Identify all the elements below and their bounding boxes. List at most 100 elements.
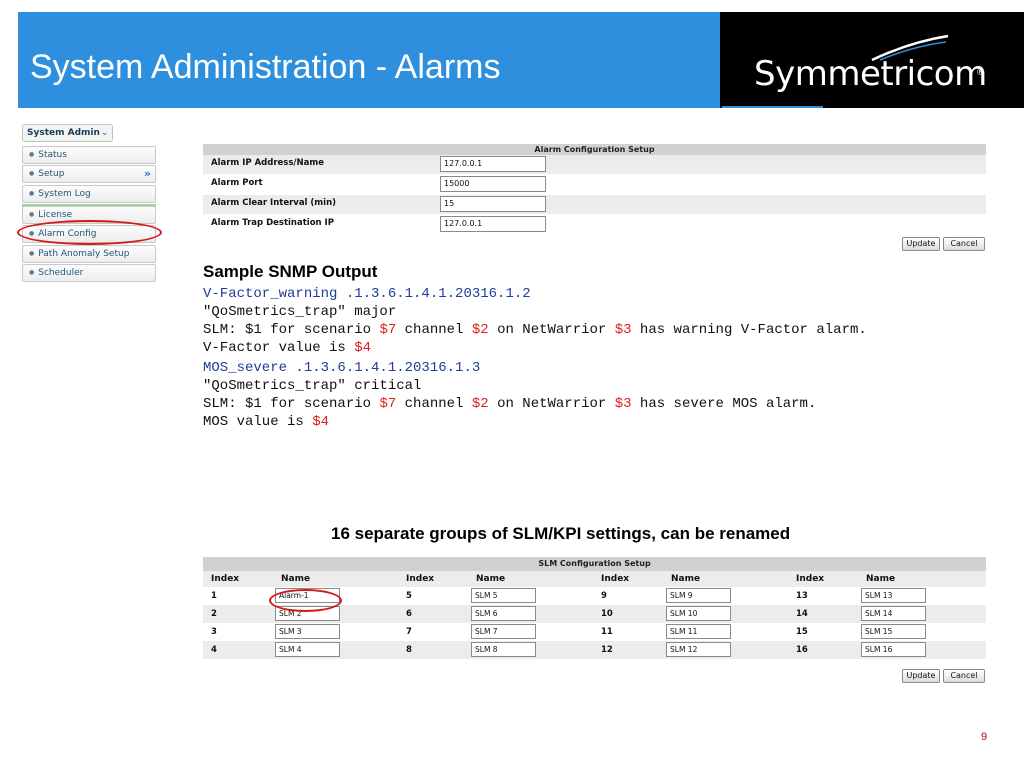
sidebar-item-label: Status (38, 150, 67, 160)
sidebar-item-label: Scheduler (38, 268, 84, 278)
bullet-icon: ● (29, 170, 35, 177)
table-row: 3 SLM 3 7 SLM 7 11 SLM 11 15 SLM 15 (203, 623, 986, 641)
alarm-update-button[interactable]: Update (902, 237, 940, 251)
slm-index: 11 (601, 627, 613, 637)
sidebar-item-status[interactable]: ● Status (22, 146, 156, 164)
snmp-severity-line: "QoSmetrics_trap" major (203, 304, 397, 320)
snmp-var: $4 (312, 414, 330, 430)
snmp-var: $7 (379, 322, 397, 338)
slm-header-row: Index Name Index Name Index Name Index N… (203, 571, 986, 587)
snmp-msg-part: has warning V-Factor alarm. (631, 322, 867, 338)
snmp-msg-part: has severe MOS alarm. (631, 396, 817, 412)
slm-name-input[interactable]: SLM 4 (275, 642, 340, 657)
bullet-icon: ● (29, 211, 35, 218)
bullet-icon: ● (29, 151, 35, 158)
slm-name-input[interactable]: SLM 8 (471, 642, 536, 657)
sidebar-header-system-admin[interactable]: System Admin⌄ (22, 124, 114, 142)
alarm-ip-label: Alarm IP Address/Name (211, 158, 324, 168)
sidebar-item-scheduler[interactable]: ● Scheduler (22, 264, 156, 282)
chevron-down-icon: ⌄ (100, 128, 109, 138)
index-header: Index (211, 574, 240, 584)
sidebar-item-label: Path Anomaly Setup (38, 249, 130, 259)
snmp-var: $7 (379, 396, 397, 412)
alarm-clear-interval-input[interactable]: 15 (440, 196, 546, 212)
slm-index: 7 (406, 627, 412, 637)
table-row: Alarm IP Address/Name 127.0.0.1 (203, 155, 986, 175)
snmp-msg-part: SLM: $1 for scenario (203, 396, 380, 412)
slm-name-input[interactable]: SLM 5 (471, 588, 536, 603)
name-header: Name (281, 574, 311, 584)
slide-header: System Administration - Alarms (18, 12, 720, 108)
slm-index: 14 (796, 609, 808, 619)
alarm-ip-input[interactable]: 127.0.0.1 (440, 156, 546, 172)
slm-name-input[interactable]: SLM 14 (861, 606, 926, 621)
alarm-cancel-button[interactable]: Cancel (943, 237, 985, 251)
slm-index: 1 (211, 591, 217, 601)
sidebar-item-system-log[interactable]: ● System Log (22, 185, 156, 203)
slm-index: 16 (796, 645, 808, 655)
slm-name-input[interactable]: SLM 3 (275, 624, 340, 639)
alarm-configuration-table: Alarm Configuration Setup Alarm IP Addre… (203, 144, 986, 235)
alarm-config-title: Alarm Configuration Setup (203, 144, 986, 155)
highlight-oval-alarm-config (17, 220, 162, 245)
highlight-oval-alarm-1 (269, 589, 342, 612)
snmp-var: $2 (471, 396, 489, 412)
slm-name-input[interactable]: SLM 11 (666, 624, 731, 639)
slm-index: 4 (211, 645, 217, 655)
slm-name-input[interactable]: SLM 13 (861, 588, 926, 603)
snmp-severity-line: "QoSmetrics_trap" critical (203, 378, 422, 394)
sidebar-item-label: System Log (38, 189, 91, 199)
snmp-block-vfactor: V-Factor_warning .1.3.6.1.4.1.20316.1.2 … (203, 285, 867, 357)
table-row: Alarm Port 15000 (203, 175, 986, 195)
snmp-value-line: MOS value is (203, 414, 313, 430)
sidebar-item-setup[interactable]: ● Setup » (22, 165, 156, 183)
table-row: Alarm Clear Interval (min) 15 (203, 195, 986, 215)
index-header: Index (796, 574, 825, 584)
slm-name-input[interactable]: SLM 12 (666, 642, 731, 657)
symmetricom-logo: Symmetricom ® (720, 12, 1024, 108)
slm-name-input[interactable]: SLM 6 (471, 606, 536, 621)
snmp-var: $4 (354, 340, 372, 356)
logo-registered-mark: ® (976, 68, 985, 78)
index-header: Index (406, 574, 435, 584)
table-row: Alarm Trap Destination IP 127.0.0.1 (203, 215, 986, 235)
snmp-var: $3 (614, 396, 632, 412)
slm-index: 10 (601, 609, 613, 619)
alarm-port-input[interactable]: 15000 (440, 176, 546, 192)
alarm-trap-destination-label: Alarm Trap Destination IP (211, 218, 334, 228)
slm-index: 9 (601, 591, 607, 601)
slm-update-button[interactable]: Update (902, 669, 940, 683)
slm-name-input[interactable]: SLM 10 (666, 606, 731, 621)
slm-index: 13 (796, 591, 808, 601)
alarm-trap-destination-input[interactable]: 127.0.0.1 (440, 216, 546, 232)
header-accent-line (722, 106, 823, 108)
snmp-msg-part: channel (396, 322, 472, 338)
slm-index: 15 (796, 627, 808, 637)
snmp-msg-part: on NetWarrior (488, 396, 615, 412)
slm-index: 3 (211, 627, 217, 637)
snmp-heading: Sample SNMP Output (203, 262, 378, 281)
snmp-trap-line: MOS_severe .1.3.6.1.4.1.20316.1.3 (203, 360, 481, 376)
sidebar-item-label: License (38, 210, 73, 220)
bullet-icon: ● (29, 250, 35, 257)
slm-name-input[interactable]: SLM 15 (861, 624, 926, 639)
name-header: Name (476, 574, 506, 584)
sidebar-item-path-anomaly-setup[interactable]: ● Path Anomaly Setup (22, 245, 156, 263)
name-header: Name (671, 574, 701, 584)
snmp-msg-part: channel (396, 396, 472, 412)
slm-cancel-button[interactable]: Cancel (943, 669, 985, 683)
slm-name-input[interactable]: SLM 16 (861, 642, 926, 657)
bullet-icon: ● (29, 269, 35, 276)
bullet-icon: ● (29, 190, 35, 197)
sidebar-header-label: System Admin (27, 128, 100, 138)
snmp-msg-part: SLM: $1 for scenario (203, 322, 380, 338)
chevron-right-icon: » (143, 167, 151, 180)
snmp-block-mos: MOS_severe .1.3.6.1.4.1.20316.1.3 "QoSme… (203, 359, 816, 431)
slm-config-title: SLM Configuration Setup (203, 557, 986, 571)
slm-index: 8 (406, 645, 412, 655)
snmp-value-line: V-Factor value is (203, 340, 355, 356)
slm-name-input[interactable]: SLM 9 (666, 588, 731, 603)
slm-name-input[interactable]: SLM 7 (471, 624, 536, 639)
alarm-clear-interval-label: Alarm Clear Interval (min) (211, 198, 337, 208)
slm-index: 2 (211, 609, 217, 619)
